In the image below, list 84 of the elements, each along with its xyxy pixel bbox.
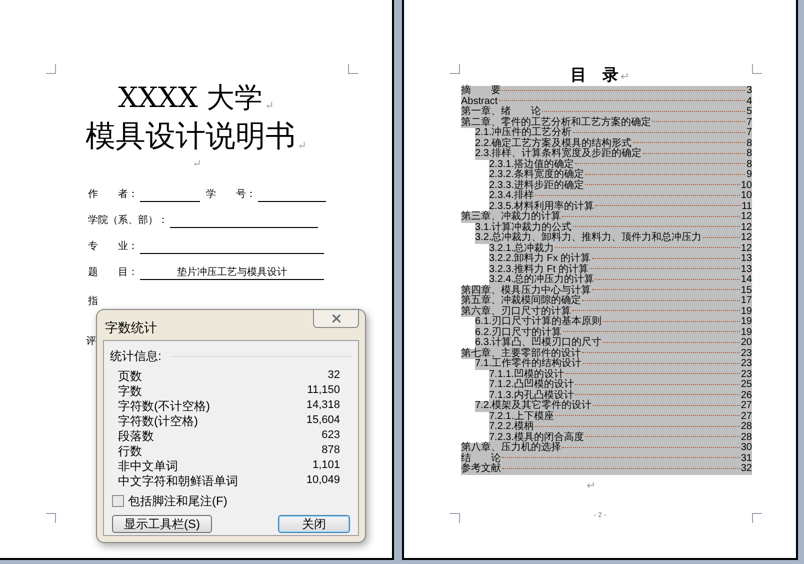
paragraph-mark: ↵ — [586, 478, 596, 494]
toc-entry[interactable]: 7.2.2.模柄 28 — [489, 422, 752, 432]
toc-entry[interactable]: 2.3.2.条料宽度的确定 9 — [489, 170, 752, 180]
toc-entry[interactable]: 第二章、零件的工艺分析和工艺方案的确定 7 — [461, 118, 752, 128]
crop-mark — [752, 64, 762, 74]
stat-label: 字符数(不计空格) — [118, 398, 210, 414]
crop-mark — [450, 513, 460, 523]
toc-entry[interactable]: 3.2.1.总冲裁力 12 — [489, 244, 752, 254]
toc-entry[interactable]: 3.2.总冲裁力、卸料力、推料力、顶件力和总冲压力 12 — [475, 233, 752, 244]
dialog-button[interactable]: 显示工具栏(S) — [112, 515, 212, 533]
fill-in-line: 垫片冲压工艺与模具设计 — [140, 267, 324, 280]
toc-entry[interactable]: 7.2.3.模具的闭合高度 28 — [489, 432, 752, 443]
checkbox-label: 包括脚注和尾注(F) — [128, 493, 228, 510]
stat-value: 10,049 — [306, 473, 340, 488]
stat-value: 878 — [322, 443, 340, 458]
crop-mark — [46, 513, 56, 523]
toc-entry[interactable]: 第五章、冲裁模间隙的确定 17 — [461, 296, 752, 306]
toc-entry[interactable]: 3.2.2.卸料力 Fx 的计算 13 — [489, 254, 752, 264]
paragraph-mark: ↵ — [297, 138, 307, 154]
toc-entry[interactable]: 第七章、主要零部件的设计 23 — [461, 348, 752, 359]
toc-entry[interactable]: 6.2.刃口尺寸的计算 19 — [475, 328, 752, 338]
paragraph-mark: ↵ — [620, 70, 630, 84]
toc-entry[interactable]: 2.3.排样、计算条料宽度及步距的确定 8 — [475, 149, 752, 160]
stat-label: 字数 — [118, 382, 142, 400]
stat-label: 字符数(计空格) — [118, 412, 198, 430]
close-icon — [330, 312, 342, 325]
toc-entry[interactable]: Abstract 4 — [461, 96, 752, 107]
stat-value: 623 — [322, 428, 340, 444]
stat-value: 32 — [328, 368, 340, 384]
toc-entry[interactable]: 7.1.1.凹模的设计 23 — [489, 370, 752, 380]
crop-mark — [46, 64, 56, 74]
toc-entry[interactable]: 结 论 31 — [461, 454, 752, 464]
checkbox[interactable] — [112, 495, 124, 507]
form-label: 指 — [88, 296, 99, 308]
toc-entry[interactable]: 第六章、刃口尺寸的计算 19 — [461, 306, 752, 317]
crop-mark — [752, 513, 762, 523]
form-label: 专 业： — [88, 240, 138, 254]
toc-entry[interactable]: 7.1.工作零件的结构设计 23 — [475, 359, 752, 370]
document-title: XXXX 大学 — [118, 82, 263, 114]
toc-entry[interactable]: 第三章、冲裁力的计算 12 — [461, 212, 752, 222]
stat-label: 段落数 — [118, 428, 154, 444]
stat-value: 1,101 — [312, 458, 340, 474]
form-label: 学 号： — [206, 188, 256, 202]
stat-label: 页数 — [118, 368, 142, 384]
stat-label: 中文字符和朝鲜语单词 — [118, 472, 238, 490]
toc-entry[interactable]: 7.1.2.凸凹模的设计 25 — [489, 380, 752, 390]
form-label: 题 目： — [88, 266, 138, 280]
stat-value: 14,318 — [306, 398, 340, 414]
form-label: 学院（系、部）： — [88, 214, 168, 228]
toc-entry[interactable]: 2.2.确定工艺方案及模具的结构形式 8 — [475, 138, 752, 149]
stat-label: 非中文单词 — [118, 458, 178, 474]
crop-mark — [450, 64, 460, 74]
toc-entry[interactable]: 3.2.4.总的冲压力的计算 14 — [489, 275, 752, 286]
toc-entry[interactable]: 摘 要 3 — [461, 86, 752, 96]
crop-mark — [348, 64, 358, 74]
toc-entry[interactable]: 参考文献 32 — [461, 464, 752, 474]
toc-entry[interactable]: 6.3.计算凸、凹模刃口的尺寸 20 — [475, 338, 752, 348]
toc-entry[interactable]: 2.3.3.进料步距的确定 10 — [489, 180, 752, 191]
toc-entry[interactable]: 7.2.模架及其它零件的设计 27 — [475, 401, 752, 412]
paragraph-mark: ↵ — [192, 156, 202, 172]
toc-entry[interactable]: 第四章、模具压力中心与计算 15 — [461, 286, 752, 296]
form-label: 作 者： — [88, 188, 138, 202]
document-title: 模具设计说明书 — [85, 120, 296, 154]
dialog-button[interactable]: 关闭 — [278, 515, 350, 533]
toc-entry[interactable]: 2.1.冲压件的工艺分析 7 — [475, 128, 752, 138]
toc-entry[interactable]: 6.1.刃口尺寸计算的基本原则 19 — [475, 317, 752, 328]
toc-entry[interactable]: 7.2.1.上下模座 27 — [489, 412, 752, 422]
stat-label: 行数 — [118, 442, 142, 460]
toc-entry[interactable]: 第八章、压力机的选择 30 — [461, 443, 752, 454]
stat-value: 15,604 — [306, 413, 340, 428]
toc-heading: 目 录 — [570, 67, 618, 85]
toc-entry[interactable]: 3.1.计算冲裁力的公式 12 — [475, 222, 752, 233]
stat-value: 11,150 — [307, 383, 340, 398]
toc-entry[interactable]: 7.1.3.内孔凸模设计 26 — [489, 390, 752, 401]
paragraph-mark: ↵ — [264, 98, 274, 114]
toc-entry[interactable]: 2.3.1.搭边值的确定 8 — [489, 160, 752, 170]
toc-entry[interactable]: 2.3.5.材料利用率的计算 11 — [489, 202, 752, 212]
toc-entry[interactable]: 2.3.4.排样 10 — [489, 191, 752, 202]
dialog-title: 字数统计 — [105, 319, 157, 337]
form-label: 评 — [86, 336, 97, 348]
group-label: 统计信息: — [110, 348, 162, 365]
toc-entry[interactable]: 第一章、绪 论 5 — [461, 107, 752, 118]
close-button[interactable] — [313, 309, 359, 328]
toc-entry[interactable]: 3.2.3.推料力 Ft 的计算 13 — [489, 264, 752, 275]
